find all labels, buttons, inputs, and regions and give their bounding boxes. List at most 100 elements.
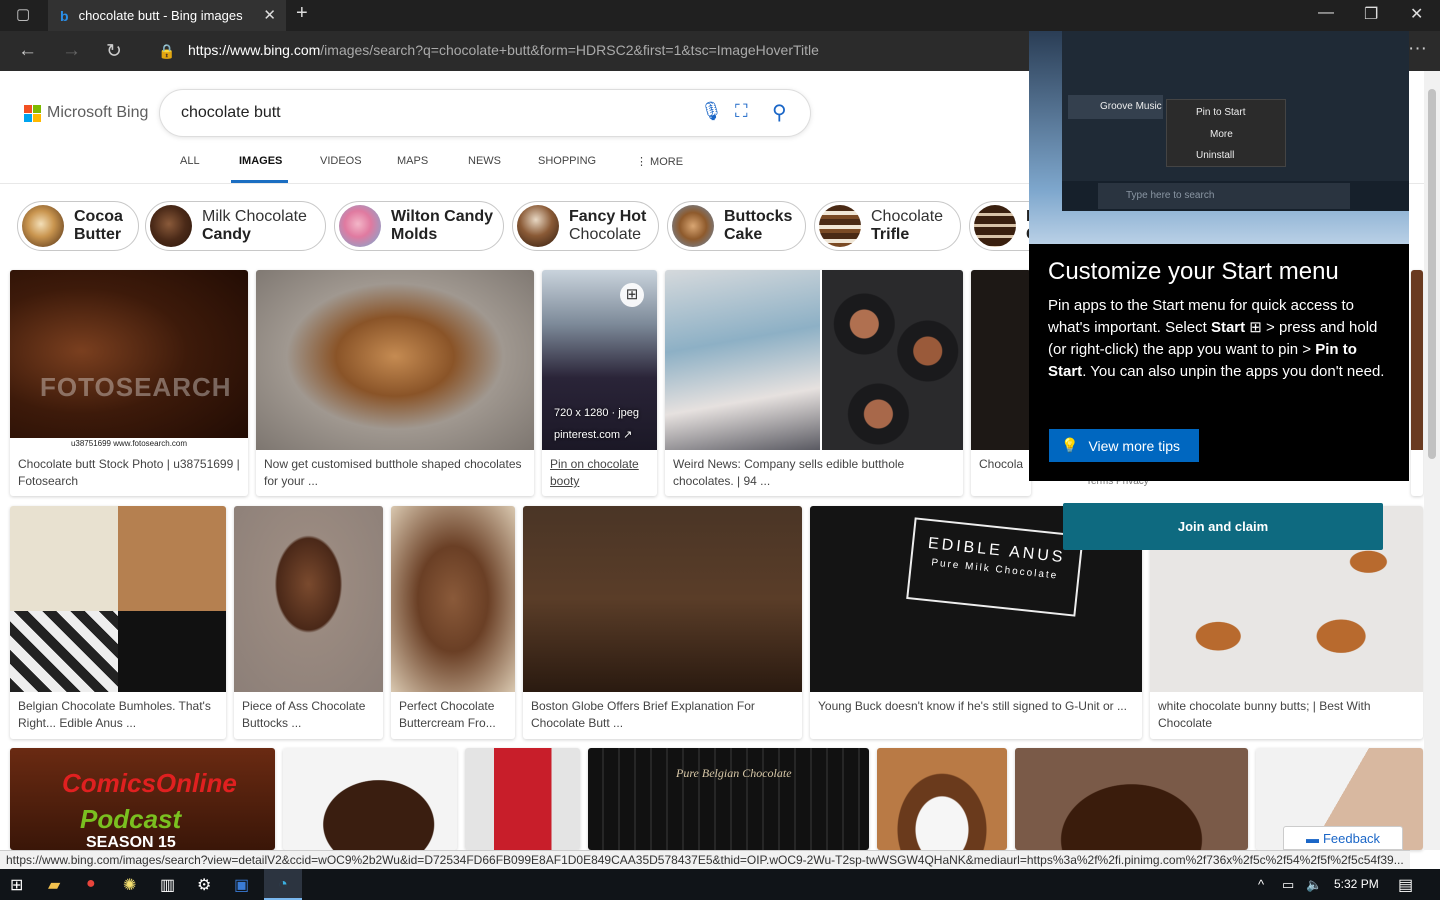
result-caption[interactable]: white chocolate bunny butts; | Best With…: [1158, 698, 1415, 732]
pill-milk-chocolate-candy[interactable]: Milk Chocolate Candy: [145, 201, 326, 251]
result-caption[interactable]: Piece of Ass Chocolate Buttocks ...: [242, 698, 375, 732]
clock[interactable]: 5:32 PM: [1334, 877, 1379, 891]
result-image[interactable]: [465, 748, 580, 850]
result-image[interactable]: Pure Belgian Chocolate: [588, 748, 869, 850]
tab-news[interactable]: NEWS: [468, 155, 501, 167]
chevron-up-icon[interactable]: ^: [1258, 877, 1264, 892]
image-result[interactable]: Piece of Ass Chocolate Buttocks ...: [234, 506, 383, 739]
image-result-hovered[interactable]: ⊞ 720 x 1280 · jpeg pinterest.com ↗ Pin …: [542, 270, 657, 496]
tab-videos[interactable]: VIDEOS: [320, 155, 362, 167]
result-caption[interactable]: Boston Globe Offers Brief Explanation Fo…: [531, 698, 794, 732]
image-result[interactable]: Pure Belgian Chocolate: [588, 748, 869, 850]
result-caption[interactable]: Weird News: Company sells edible butthol…: [673, 456, 955, 490]
pill-buttocks-cake[interactable]: Buttocks Cake: [667, 201, 806, 251]
result-caption[interactable]: Young Buck doesn't know if he's still si…: [818, 698, 1134, 715]
pill-fancy-hot-chocolate[interactable]: Fancy Hot Chocolate: [512, 201, 659, 251]
image-result[interactable]: [465, 748, 580, 850]
result-image[interactable]: FOTOSEARCH u38751699 www.fotosearch.com: [10, 270, 248, 450]
result-image-secondary[interactable]: [822, 270, 963, 450]
tab-close-icon[interactable]: ✕: [263, 6, 276, 24]
tab-maps[interactable]: MAPS: [397, 155, 428, 167]
image-result[interactable]: Belgian Chocolate Bumholes. That's Right…: [10, 506, 226, 739]
join-and-claim-button[interactable]: Join and claim: [1063, 503, 1383, 550]
tab-shopping[interactable]: SHOPPING: [538, 155, 596, 167]
bing-logo[interactable]: Microsoft Bing: [24, 104, 148, 122]
result-image[interactable]: [256, 270, 534, 450]
result-image[interactable]: [1411, 270, 1423, 450]
scrollbar-thumb[interactable]: [1428, 89, 1436, 459]
url-field[interactable]: https://www.bing.com/images/search?q=cho…: [188, 42, 819, 58]
pill-thumbnail: [339, 205, 381, 247]
image-result[interactable]: Boston Globe Offers Brief Explanation Fo…: [523, 506, 802, 739]
search-icon[interactable]: ⚲: [772, 100, 787, 125]
app-icon[interactable]: ▥: [160, 875, 175, 895]
result-caption[interactable]: Now get customised butthole shaped choco…: [264, 456, 526, 490]
result-caption[interactable]: Perfect Chocolate Buttercream Fro...: [399, 698, 507, 732]
new-tab-button[interactable]: +: [296, 2, 308, 25]
image-result[interactable]: Chocolat: [971, 270, 1031, 496]
volume-icon[interactable]: 🔈: [1306, 877, 1322, 893]
settings-more-icon[interactable]: ···: [1408, 38, 1427, 60]
result-image[interactable]: [877, 748, 1007, 850]
back-icon[interactable]: ←: [18, 40, 37, 62]
tip-screenshot: Groove Music Pin to Start More Uninstall…: [1029, 31, 1409, 244]
maximize-icon[interactable]: ❐: [1364, 4, 1378, 24]
pill-cocoa-butter[interactable]: Cocoa Butter: [17, 201, 139, 251]
result-image[interactable]: [1015, 748, 1248, 850]
search-box[interactable]: chocolate butt 🎙 ⛶ ⚲: [160, 90, 810, 136]
result-image[interactable]: [10, 506, 226, 692]
image-result[interactable]: [1015, 748, 1248, 850]
forward-icon[interactable]: →: [62, 40, 81, 62]
result-caption[interactable]: Belgian Chocolate Bumholes. That's Right…: [18, 698, 218, 732]
tab-images[interactable]: IMAGES: [239, 155, 282, 167]
network-icon[interactable]: ▭: [1282, 877, 1294, 893]
microphone-icon[interactable]: 🎙: [700, 101, 723, 122]
feedback-icon: ▬: [1305, 830, 1319, 846]
image-result[interactable]: Weird News: Company sells edible butthol…: [665, 270, 963, 496]
chrome-icon[interactable]: ●: [86, 875, 96, 893]
minimize-icon[interactable]: —: [1318, 4, 1334, 22]
close-window-icon[interactable]: ✕: [1410, 4, 1423, 24]
result-caption[interactable]: Chocolate butt Stock Photo | u38751699 |…: [18, 456, 240, 490]
powershell-icon[interactable]: ▣: [234, 875, 249, 895]
result-caption-link[interactable]: Pin on chocolate booty: [550, 456, 649, 490]
tab-all[interactable]: ALL: [180, 155, 200, 167]
image-result[interactable]: [1411, 270, 1423, 496]
image-result[interactable]: Now get customised butthole shaped choco…: [256, 270, 534, 496]
file-explorer-icon[interactable]: ▰: [48, 875, 60, 895]
pill-wilton-candy-molds[interactable]: Wilton Candy Molds: [334, 201, 504, 251]
result-image[interactable]: ComicsOnline Podcast SEASON 15: [10, 748, 275, 850]
image-result[interactable]: [877, 748, 1007, 850]
tips-icon[interactable]: ✺: [123, 875, 136, 895]
feedback-button[interactable]: ▬ Feedback: [1283, 826, 1403, 850]
tab-actions-icon[interactable]: ▢: [16, 5, 30, 23]
result-image[interactable]: [283, 748, 457, 850]
start-icon[interactable]: ⊞: [10, 875, 23, 895]
add-to-collection-icon[interactable]: ⊞: [620, 283, 644, 307]
refresh-icon[interactable]: ↻: [106, 40, 122, 63]
settings-icon[interactable]: ⚙: [197, 875, 211, 895]
result-image[interactable]: [665, 270, 820, 450]
edge-icon[interactable]: ◔: [264, 869, 302, 900]
result-image[interactable]: [523, 506, 802, 692]
search-input[interactable]: chocolate butt: [181, 104, 281, 122]
image-source-link[interactable]: pinterest.com ↗: [554, 428, 632, 441]
notifications-icon[interactable]: ▤: [1398, 875, 1413, 895]
image-result[interactable]: ComicsOnline Podcast SEASON 15: [10, 748, 275, 850]
image-result[interactable]: Perfect Chocolate Buttercream Fro...: [391, 506, 515, 739]
result-image[interactable]: [234, 506, 383, 692]
view-more-tips-button[interactable]: 💡 View more tips: [1049, 429, 1199, 462]
image-watermark: FOTOSEARCH: [40, 372, 232, 402]
page-scrollbar[interactable]: [1424, 71, 1440, 850]
tab-more[interactable]: ⋮ MORE: [636, 155, 683, 168]
result-image[interactable]: [971, 270, 1031, 450]
result-image[interactable]: [391, 506, 515, 692]
visual-search-icon[interactable]: ⛶: [735, 101, 748, 122]
result-image[interactable]: ⊞ 720 x 1280 · jpeg pinterest.com ↗: [542, 270, 657, 450]
result-caption[interactable]: Chocolat: [979, 456, 1023, 473]
pill-chocolate-trifle[interactable]: Chocolate Trifle: [814, 201, 961, 251]
image-result[interactable]: [283, 748, 457, 850]
image-result[interactable]: FOTOSEARCH u38751699 www.fotosearch.com …: [10, 270, 248, 496]
pill-thumbnail: [150, 205, 192, 247]
browser-tab[interactable]: b chocolate butt - Bing images ✕: [48, 0, 286, 31]
